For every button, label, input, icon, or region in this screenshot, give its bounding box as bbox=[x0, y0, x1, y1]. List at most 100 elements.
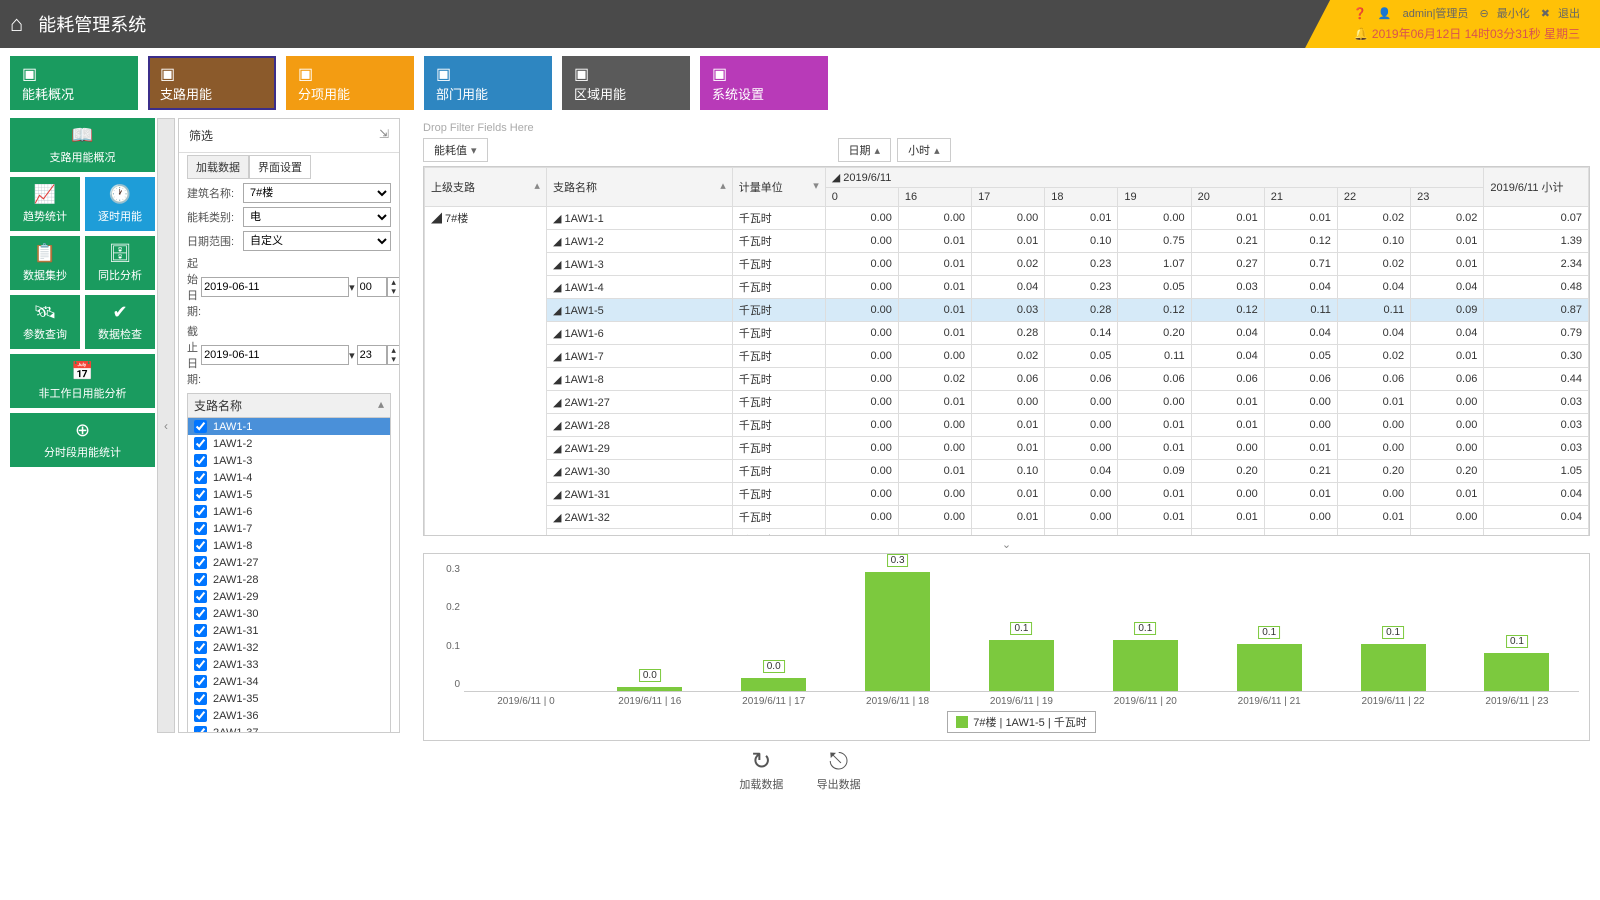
sidebar: 📖支路用能概况📈趋势统计🕐逐时用能📋数据集抄🗄同比分析🛰参数查询✔数据检查📅非工… bbox=[0, 118, 155, 472]
data-grid[interactable]: 上级支路▴支路名称▴计量单位▾◢ 2019/6/112019/6/11 小计01… bbox=[423, 166, 1590, 536]
branch-checkbox[interactable] bbox=[194, 420, 207, 433]
branch-checkbox[interactable] bbox=[194, 607, 207, 620]
chart-bar[interactable]: 0.1 bbox=[1237, 644, 1302, 691]
building-label: 建筑名称: bbox=[187, 185, 243, 201]
start-date-input[interactable] bbox=[201, 277, 349, 297]
sidebar-item[interactable]: ✔数据检查 bbox=[85, 295, 155, 349]
nav-tile[interactable]: ▣能耗概况 bbox=[10, 56, 138, 110]
branch-list[interactable]: 1AW1-11AW1-21AW1-31AW1-41AW1-51AW1-61AW1… bbox=[187, 418, 391, 733]
measure-box[interactable]: 能耗值▾ bbox=[423, 138, 488, 162]
end-date-input[interactable] bbox=[201, 345, 349, 365]
branch-item[interactable]: 1AW1-2 bbox=[188, 435, 390, 452]
branch-item[interactable]: 2AW1-34 bbox=[188, 673, 390, 690]
branch-checkbox[interactable] bbox=[194, 437, 207, 450]
nav-tile[interactable]: ▣支路用能 bbox=[148, 56, 276, 110]
help-icon[interactable]: ❓ bbox=[1353, 8, 1367, 20]
end-hour-spin[interactable]: ▴▾ bbox=[387, 345, 400, 365]
sidebar-item[interactable]: 🕐逐时用能 bbox=[85, 177, 155, 231]
chart-bar[interactable]: 0.0 bbox=[617, 687, 682, 691]
branch-item[interactable]: 2AW1-33 bbox=[188, 656, 390, 673]
branch-item[interactable]: 1AW1-8 bbox=[188, 537, 390, 554]
tab-ui-settings[interactable]: 界面设置 bbox=[249, 155, 311, 179]
chart-bar[interactable]: 0.1 bbox=[1113, 640, 1178, 691]
sidebar-item[interactable]: 🛰参数查询 bbox=[10, 295, 80, 349]
branch-checkbox[interactable] bbox=[194, 454, 207, 467]
branch-checkbox[interactable] bbox=[194, 658, 207, 671]
footer-actions: ↻加载数据 ⎋导出数据 bbox=[0, 741, 1600, 798]
reload-icon: ↻ bbox=[739, 747, 783, 776]
branch-item[interactable]: 2AW1-31 bbox=[188, 622, 390, 639]
branch-item[interactable]: 1AW1-5 bbox=[188, 486, 390, 503]
minimize-icon[interactable]: ⊖ bbox=[1480, 8, 1489, 20]
sidebar-item[interactable]: 📖支路用能概况 bbox=[10, 118, 155, 172]
filter-dropzone[interactable]: Drop Filter Fields Here bbox=[423, 118, 1590, 138]
range-select[interactable]: 自定义 bbox=[243, 231, 391, 251]
chart-bar[interactable]: 0.1 bbox=[989, 640, 1054, 691]
user-label: admin|管理员 bbox=[1403, 8, 1469, 20]
col-hour-box[interactable]: 小时▴ bbox=[897, 138, 951, 162]
nav-tile[interactable]: ▣部门用能 bbox=[424, 56, 552, 110]
nav-tile[interactable]: ▣系统设置 bbox=[700, 56, 828, 110]
chart-bar[interactable]: 0.3 bbox=[865, 572, 930, 691]
sort-asc-icon: ▴ bbox=[934, 145, 940, 157]
export-button[interactable]: ⎋导出数据 bbox=[817, 748, 861, 792]
branch-checkbox[interactable] bbox=[194, 522, 207, 535]
branch-checkbox[interactable] bbox=[194, 624, 207, 637]
branch-checkbox[interactable] bbox=[194, 726, 207, 733]
user-icon[interactable]: 👤 bbox=[1378, 8, 1392, 20]
branch-item[interactable]: 2AW1-35 bbox=[188, 690, 390, 707]
chart-bar[interactable]: 0.1 bbox=[1484, 653, 1549, 691]
branch-checkbox[interactable] bbox=[194, 539, 207, 552]
sidebar-collapse-bar[interactable]: ‹ bbox=[157, 118, 175, 733]
building-select[interactable]: 7#楼 bbox=[243, 183, 391, 203]
branch-checkbox[interactable] bbox=[194, 590, 207, 603]
branch-checkbox[interactable] bbox=[194, 675, 207, 688]
branch-item[interactable]: 2AW1-36 bbox=[188, 707, 390, 724]
branch-arrow-icon[interactable]: ▴ bbox=[378, 397, 384, 414]
branch-item[interactable]: 2AW1-37 bbox=[188, 724, 390, 733]
home-icon[interactable]: ⌂ bbox=[10, 11, 23, 37]
end-hour-input[interactable] bbox=[357, 345, 387, 365]
sidebar-item[interactable]: 📋数据集抄 bbox=[10, 236, 80, 290]
sort-asc-icon: ▴ bbox=[875, 145, 881, 157]
reload-button[interactable]: ↻加载数据 bbox=[739, 747, 783, 792]
branch-item[interactable]: 1AW1-7 bbox=[188, 520, 390, 537]
nav-tile[interactable]: ▣区域用能 bbox=[562, 56, 690, 110]
branch-item[interactable]: 1AW1-6 bbox=[188, 503, 390, 520]
branch-item[interactable]: 2AW1-32 bbox=[188, 639, 390, 656]
branch-item[interactable]: 2AW1-28 bbox=[188, 571, 390, 588]
type-select[interactable]: 电 bbox=[243, 207, 391, 227]
branch-checkbox[interactable] bbox=[194, 471, 207, 484]
branch-item[interactable]: 2AW1-29 bbox=[188, 588, 390, 605]
branch-checkbox[interactable] bbox=[194, 709, 207, 722]
chart-bar[interactable]: 0.0 bbox=[741, 678, 806, 691]
exit-icon[interactable]: ✖ bbox=[1541, 8, 1550, 20]
chart-bar[interactable]: 0.1 bbox=[1361, 644, 1426, 691]
exit-label[interactable]: 退出 bbox=[1558, 8, 1580, 20]
minimize-label[interactable]: 最小化 bbox=[1497, 8, 1530, 20]
start-hour-spin[interactable]: ▴▾ bbox=[387, 277, 400, 297]
splitter-handle[interactable]: ⌄ bbox=[423, 538, 1590, 551]
branch-item[interactable]: 1AW1-4 bbox=[188, 469, 390, 486]
type-label: 能耗类别: bbox=[187, 209, 243, 225]
branch-item[interactable]: 1AW1-3 bbox=[188, 452, 390, 469]
branch-checkbox[interactable] bbox=[194, 488, 207, 501]
sidebar-item[interactable]: 🗄同比分析 bbox=[85, 236, 155, 290]
branch-item[interactable]: 1AW1-1 bbox=[188, 418, 390, 435]
sidebar-item[interactable]: ⊕分时段用能统计 bbox=[10, 413, 155, 467]
nav-tile[interactable]: ▣分项用能 bbox=[286, 56, 414, 110]
branch-checkbox[interactable] bbox=[194, 573, 207, 586]
sidebar-item[interactable]: 📈趋势统计 bbox=[10, 177, 80, 231]
branch-checkbox[interactable] bbox=[194, 505, 207, 518]
pin-icon[interactable]: ⇲ bbox=[379, 127, 389, 144]
sidebar-item[interactable]: 📅非工作日用能分析 bbox=[10, 354, 155, 408]
branch-item[interactable]: 2AW1-30 bbox=[188, 605, 390, 622]
start-hour-input[interactable] bbox=[357, 277, 387, 297]
branch-checkbox[interactable] bbox=[194, 556, 207, 569]
bell-icon[interactable]: 🔔 bbox=[1354, 27, 1369, 41]
branch-checkbox[interactable] bbox=[194, 641, 207, 654]
col-date-box[interactable]: 日期▴ bbox=[838, 138, 892, 162]
branch-checkbox[interactable] bbox=[194, 692, 207, 705]
branch-item[interactable]: 2AW1-27 bbox=[188, 554, 390, 571]
tab-load-data[interactable]: 加载数据 bbox=[187, 155, 249, 179]
